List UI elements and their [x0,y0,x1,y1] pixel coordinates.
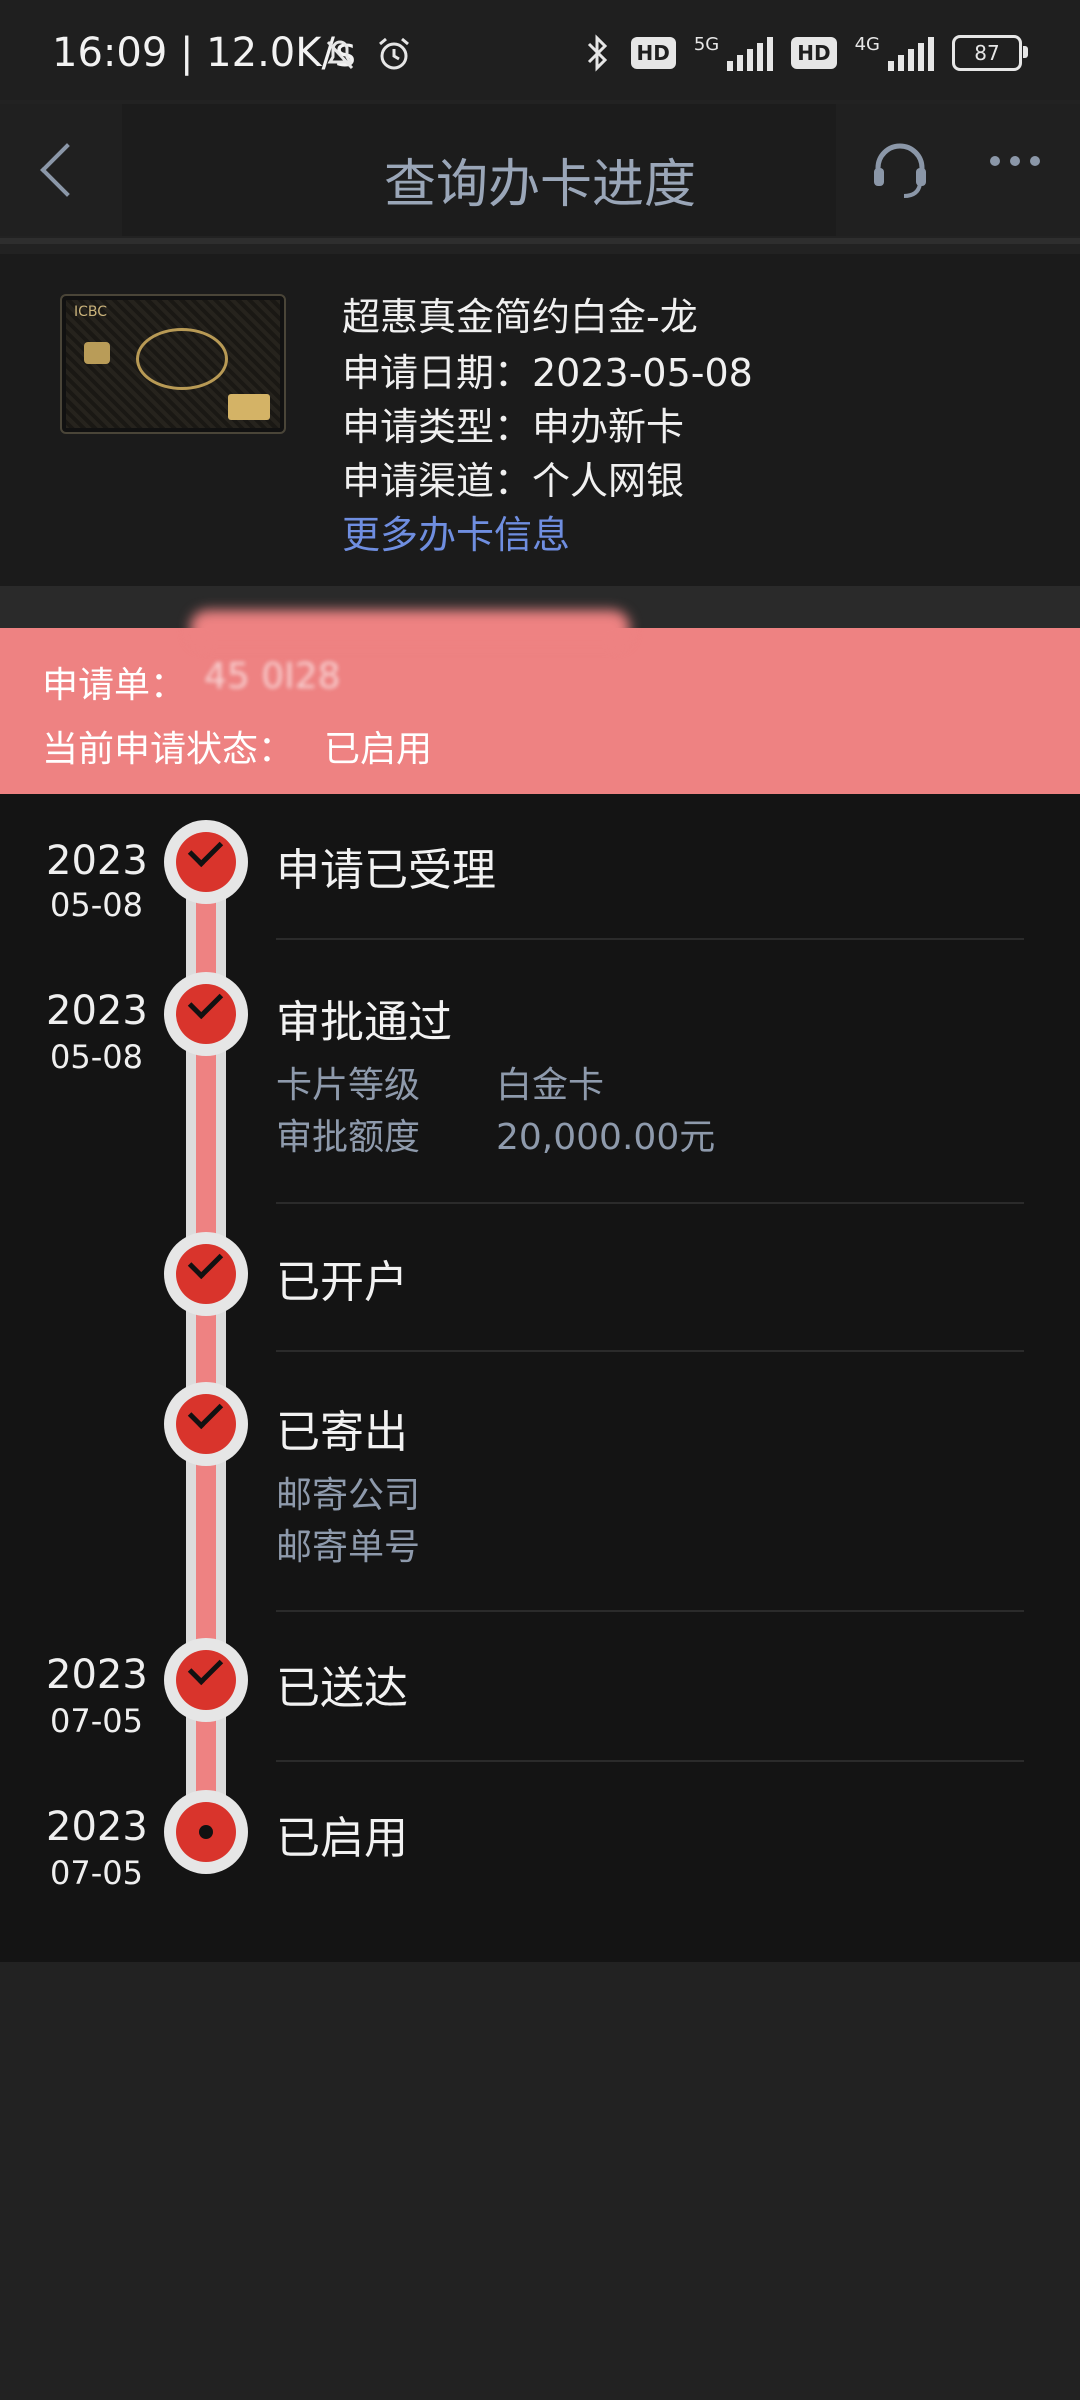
current-state-label: 当前申请状态： [42,729,295,770]
step-year: 2023 [46,838,148,884]
customer-service-icon[interactable] [868,138,932,202]
current-state-value: 已启用 [324,729,433,770]
status-time: 16:09 | 12.0K/s [52,30,356,76]
step-node-current [164,1790,248,1874]
detail-label: 邮寄单号 [276,1527,421,1568]
step-node-complete [164,1382,248,1466]
battery-icon: 87 [952,35,1028,71]
card-emblem [136,328,228,390]
current-dot-icon [199,1825,213,1839]
hd-badge: HD [791,37,837,69]
more-options-icon[interactable] [990,156,1040,166]
signal-icon [727,35,774,71]
divider [276,1760,1024,1762]
step-title: 已启用 [276,1813,408,1864]
card-info-section: ICBC 超惠真金简约白金-龙 申请日期：2023-05-08 申请类型：申办新… [0,254,1080,586]
divider [276,938,1024,940]
step-title: 已开户 [276,1257,408,1308]
apply-type: 申请类型：申办新卡 [342,405,685,449]
step-node-complete [164,1232,248,1316]
step-year: 2023 [46,1652,148,1698]
card-name: 超惠真金简约白金-龙 [342,295,698,339]
card-bank-mark: ICBC [74,304,108,320]
step-date: 07-05 [50,1702,143,1740]
step-date: 05-08 [50,886,143,924]
card-chip [84,342,110,364]
alarm-icon [379,37,409,70]
divider [276,1610,1024,1612]
step-title: 审批通过 [276,997,452,1048]
progress-timeline: 2023 05-08 申请已受理 2023 05-08 审批通过 卡片等级 白金… [0,794,1080,1962]
step-title: 已送达 [276,1663,408,1714]
card-network-logo [228,394,270,420]
application-status-banner: 申请单： 45 0I28 当前申请状态： 已启用 [0,610,1080,794]
more-card-info-link[interactable]: 更多办卡信息 [342,504,570,559]
detail-label: 卡片等级 [276,1065,421,1106]
step-date: 05-08 [50,1038,143,1076]
nav-bar: 查询办卡进度 [0,104,1080,236]
divider [276,1202,1024,1204]
divider [276,1350,1024,1352]
hd-badge: HD [630,37,676,69]
detail-label: 审批额度 [276,1117,421,1158]
status-left-icons [320,34,414,74]
step-year: 2023 [46,1804,148,1850]
battery-level: 87 [974,41,1000,65]
status-right-icons: HD 5G HD 4G 87 [583,34,1028,72]
apply-channel: 申请渠道：个人网银 [342,459,685,503]
application-number: 45 0I28 [204,656,341,697]
mute-icon [326,40,354,70]
step-date: 07-05 [50,1854,143,1892]
status-bar: 16:09 | 12.0K/s HD 5G HD 4G 87 [0,0,1080,100]
step-node-complete [164,972,248,1056]
credit-card-image: ICBC [60,294,286,434]
apply-date: 申请日期：2023-05-08 [342,351,753,395]
detail-value: 20,000.00元 [496,1117,716,1158]
divider [0,238,1080,244]
step-title: 已寄出 [276,1407,408,1458]
application-number-label: 申请单： [42,665,187,706]
redaction-blur [190,610,630,646]
step-title: 申请已受理 [276,845,496,896]
detail-label: 邮寄公司 [276,1475,421,1516]
detail-value: 白金卡 [496,1065,605,1106]
network-type: 5G [693,34,720,55]
step-node-complete [164,820,248,904]
network-type: 4G [854,34,880,55]
bluetooth-icon [587,34,607,72]
signal-icon [888,35,934,71]
step-year: 2023 [46,988,148,1034]
step-node-complete [164,1638,248,1722]
